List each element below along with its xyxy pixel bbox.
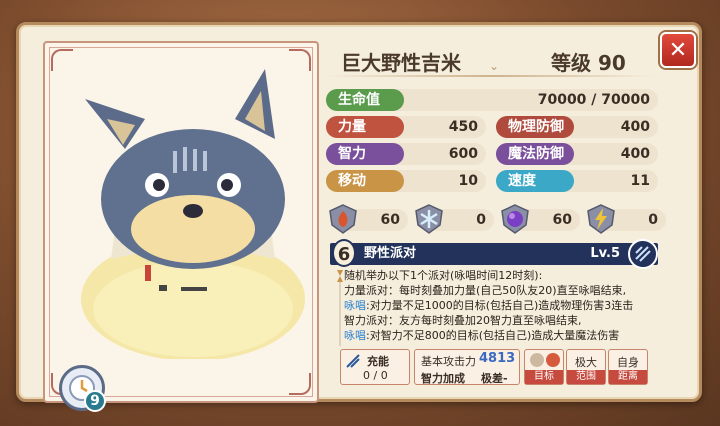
resistance-value: 60	[380, 212, 400, 228]
title-divider	[325, 75, 657, 77]
stat-hp-value: 70000 / 70000	[537, 92, 650, 108]
desc-line: 咏唱:对智力不足800的目标(包括自己)造成大量魔法伤害	[344, 329, 620, 342]
monster-level: 等级 90	[551, 51, 626, 75]
skill-level: Lv.5	[590, 246, 620, 261]
stat-move-label: 移动	[326, 170, 404, 192]
desc-line: 随机举办以下1个派对(咏唱时间12时刻):	[344, 269, 543, 282]
skill-cooldown: 6	[332, 239, 356, 267]
stat-hp-label: 生命值	[326, 89, 404, 111]
target-label: 目标	[525, 370, 563, 384]
distance-value: 自身	[617, 356, 639, 369]
stat-pdef-value: 400	[620, 119, 650, 135]
base-atk-label: 基本攻击力	[421, 355, 476, 368]
charge-label: 充能	[367, 355, 389, 368]
int-bonus-value: 极差-	[481, 372, 508, 385]
stat-mdef-label: 魔法防御	[496, 143, 574, 165]
stat-atk-label: 力量	[326, 116, 404, 138]
attack-box: 基本攻击力 4813 智力加成 极差-	[414, 349, 520, 385]
charge-box: 充能 0 / 0	[340, 349, 410, 385]
skill-description: 随机举办以下1个派对(咏唱时间12时刻): 力量派对：每时刻叠加力量(自己50队…	[344, 268, 664, 343]
fire-shield-icon	[329, 204, 357, 234]
range-box: 极大 范围	[566, 349, 606, 385]
stat-int-label: 智力	[326, 143, 404, 165]
close-button[interactable]: ✕	[660, 32, 696, 68]
resistance-value: 0	[648, 212, 658, 228]
dark-shield-icon	[501, 204, 529, 234]
distance-label: 距离	[609, 370, 647, 384]
resistance-dark: 60	[500, 203, 580, 234]
stat-spd: 速度 11	[496, 170, 658, 192]
close-icon: ✕	[668, 37, 688, 63]
stat-mdef: 魔法防御 400	[496, 143, 658, 165]
resistance-value: 60	[552, 212, 572, 228]
wind-slash-icon	[635, 246, 651, 262]
stat-int-value: 600	[448, 146, 478, 162]
monster-portrait	[81, 69, 305, 359]
stat-int: 智力 600	[326, 143, 486, 165]
stat-move: 移动 10	[326, 170, 486, 192]
hourglass-icon	[337, 270, 343, 346]
skill-icon	[628, 239, 658, 269]
frame-corner	[51, 49, 73, 71]
charge-icon	[346, 354, 360, 368]
desc-line: 力量派对：每时刻叠加力量(自己50队友20)直至咏唱结束,	[344, 284, 627, 297]
base-atk-value: 4813	[479, 351, 516, 366]
charge-value: 0 / 0	[363, 369, 388, 382]
stat-atk: 力量 450	[326, 116, 486, 138]
int-bonus-label: 智力加成	[421, 372, 465, 385]
cooldown-value: 9	[84, 390, 106, 412]
range-value: 极大	[575, 356, 597, 369]
portrait-frame	[43, 41, 319, 403]
thunder-shield-icon	[587, 204, 615, 234]
stat-mdef-value: 400	[620, 146, 650, 162]
target-box: 目标	[524, 349, 564, 385]
resistance-value: 0	[476, 212, 486, 228]
distance-box: 自身 距离	[608, 349, 648, 385]
ice-shield-icon	[415, 204, 443, 234]
desc-line: 咏唱:对力量不足1000的目标(包括自己)造成物理伤害3连击	[344, 299, 634, 312]
resistance-thunder: 0	[586, 203, 666, 234]
skill-name: 野性派对	[364, 246, 417, 261]
stat-hp: 生命值 70000 / 70000	[326, 89, 658, 111]
stat-pdef: 物理防御 400	[496, 116, 658, 138]
monster-name: 巨大野性吉米	[341, 51, 461, 75]
stat-atk-value: 450	[448, 119, 478, 135]
target-icons	[530, 353, 560, 367]
desc-line: 智力派对：友方每时刻叠加20智力直至咏唱结束,	[344, 314, 582, 327]
frame-corner	[289, 373, 311, 395]
cooldown-badge: 9	[59, 365, 106, 412]
stat-spd-label: 速度	[496, 170, 574, 192]
resistance-ice: 0	[414, 203, 494, 234]
stat-pdef-label: 物理防御	[496, 116, 574, 138]
skill-header[interactable]: 6 野性派对 Lv.5	[330, 239, 658, 269]
resistance-fire: 60	[328, 203, 408, 234]
stat-spd-value: 11	[630, 173, 650, 189]
range-label: 范围	[567, 370, 605, 384]
title-chevron-icon: ⌄	[489, 59, 500, 73]
stat-move-value: 10	[458, 173, 478, 189]
